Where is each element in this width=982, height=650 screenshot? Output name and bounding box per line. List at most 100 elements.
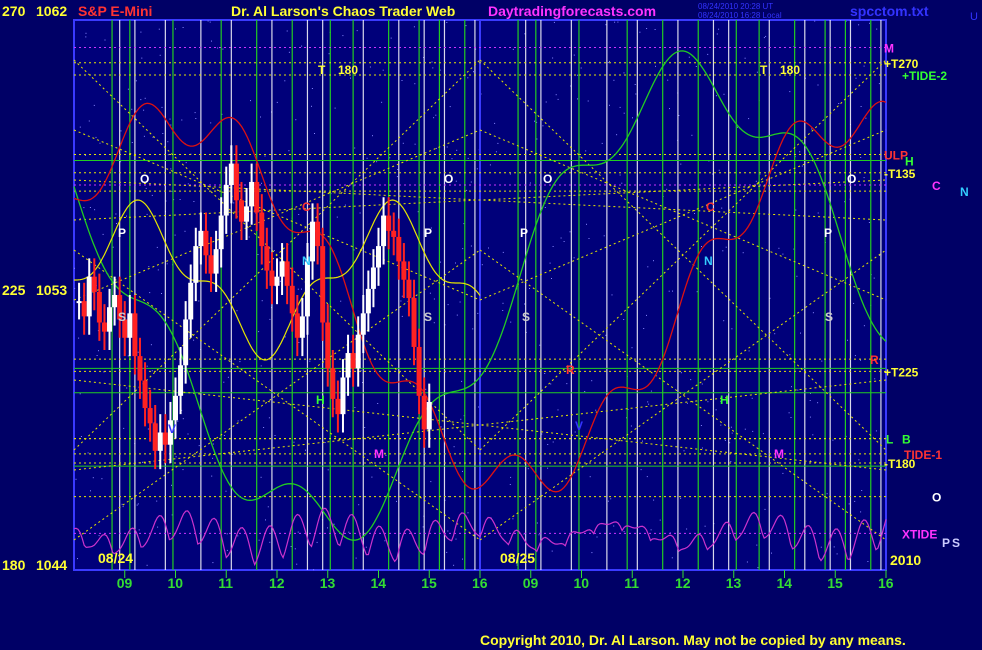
price-bar-body: [350, 353, 356, 369]
noise-dot: [146, 564, 148, 566]
level-label-s: S: [952, 536, 960, 550]
noise-dot: [605, 24, 607, 26]
noise-dot: [260, 116, 261, 118]
noise-dot: [223, 381, 225, 383]
noise-dot: [293, 441, 295, 443]
noise-dot: [853, 302, 855, 304]
noise-dot: [239, 361, 241, 363]
noise-dot: [400, 300, 402, 302]
price-bar-body: [228, 163, 234, 185]
noise-dot: [167, 154, 169, 156]
price-bar-body: [152, 423, 158, 451]
noise-dot: [529, 182, 531, 184]
price-bar-body: [360, 313, 366, 335]
noise-dot: [789, 354, 791, 356]
noise-dot: [549, 262, 551, 264]
noise-dot: [619, 106, 621, 108]
noise-dot: [161, 293, 162, 294]
noise-dot: [668, 290, 670, 292]
price-bar-body: [340, 377, 346, 415]
noise-dot: [811, 128, 813, 130]
noise-dot: [584, 391, 586, 392]
noise-dot: [311, 105, 312, 107]
noise-dot: [536, 138, 538, 140]
price-bar-body: [335, 398, 341, 415]
level-label-t135: -T135: [884, 167, 916, 181]
noise-dot: [327, 527, 328, 529]
copyright-text: Copyright 2010, Dr. Al Larson. May not b…: [480, 632, 906, 648]
noise-dot: [144, 97, 146, 99]
noise-dot: [640, 469, 642, 471]
noise-dot: [435, 147, 437, 149]
noise-dot: [552, 246, 554, 247]
level-label-c: C: [932, 179, 941, 193]
noise-dot: [187, 183, 189, 185]
noise-dot: [298, 214, 300, 215]
noise-dot: [389, 157, 391, 159]
noise-dot: [209, 21, 211, 23]
noise-dot: [195, 118, 197, 119]
noise-dot: [413, 26, 415, 28]
noise-dot: [90, 490, 91, 492]
noise-dot: [396, 176, 398, 178]
chart-svg: M+T270+TIDE-2ULPH-T135C N+T225RL BTIDE-1-T…: [0, 0, 982, 650]
x-tick-label: 11: [624, 575, 639, 591]
noise-dot: [764, 508, 766, 510]
x-tick-label: 10: [574, 575, 590, 591]
noise-dot: [631, 347, 633, 349]
noise-dot: [502, 310, 504, 311]
noise-dot: [101, 478, 103, 480]
noise-dot: [141, 57, 143, 59]
noise-dot: [774, 333, 776, 335]
noise-dot: [152, 136, 154, 138]
price-bar-body: [132, 313, 138, 357]
x-tick-label: 13: [726, 575, 742, 591]
noise-dot: [832, 439, 834, 441]
price-bar-body: [178, 365, 184, 396]
noise-dot: [288, 51, 290, 53]
noise-dot: [566, 383, 568, 385]
noise-dot: [212, 457, 214, 459]
noise-dot: [573, 54, 575, 56]
noise-dot: [484, 437, 486, 439]
noise-dot: [614, 21, 616, 23]
noise-dot: [211, 475, 213, 477]
noise-dot: [131, 108, 133, 110]
noise-dot: [865, 117, 867, 119]
noise-dot: [838, 103, 840, 104]
noise-dot: [595, 409, 597, 411]
noise-dot: [820, 546, 822, 548]
noise-dot: [473, 71, 474, 73]
noise-dot: [817, 212, 819, 214]
noise-dot: [812, 312, 814, 314]
noise-dot: [509, 173, 511, 175]
file-name: spcctom.txt: [850, 3, 929, 19]
noise-dot: [212, 443, 214, 445]
noise-dot: [156, 246, 158, 248]
noise-dot: [210, 122, 212, 124]
noise-dot: [258, 331, 260, 333]
noise-dot: [170, 124, 172, 126]
noise-dot: [799, 151, 801, 153]
price-bar-body: [406, 279, 412, 299]
noise-dot: [551, 550, 553, 552]
noise-dot: [145, 187, 147, 189]
cycle-annotation: 180: [780, 63, 800, 77]
noise-dot: [121, 503, 123, 505]
noise-dot: [718, 169, 720, 171]
price-bar-body: [426, 401, 432, 430]
noise-dot: [446, 146, 448, 148]
noise-dot: [683, 450, 685, 452]
noise-dot: [112, 246, 114, 248]
cycle-annotation: V: [575, 419, 583, 433]
noise-dot: [223, 435, 225, 436]
noise-dot: [563, 241, 565, 242]
price-bar-body: [376, 246, 381, 268]
x-tick-label: 16: [472, 575, 488, 591]
level-label-b: B: [902, 433, 911, 447]
noise-dot: [102, 233, 104, 235]
noise-dot: [557, 98, 559, 100]
noise-dot: [801, 165, 803, 167]
cycle-annotation: P: [520, 226, 528, 240]
noise-dot: [646, 28, 648, 29]
